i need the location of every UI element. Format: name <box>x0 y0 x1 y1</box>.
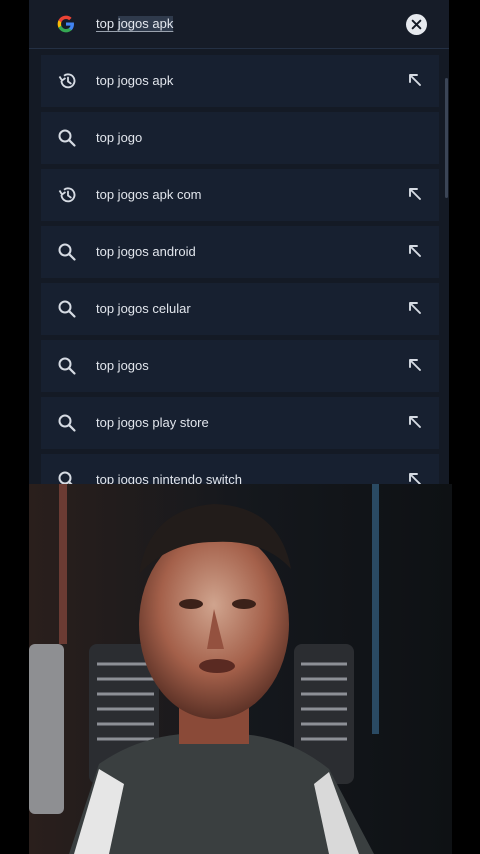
fill-query-arrow-icon[interactable] <box>407 243 423 259</box>
fill-query-arrow-icon[interactable] <box>407 471 423 484</box>
search-icon <box>58 129 76 147</box>
fill-query-arrow-icon[interactable] <box>407 300 423 316</box>
suggestion-label: top jogos play store <box>96 415 209 430</box>
suggestion-row[interactable]: top jogos play store <box>41 397 439 449</box>
fill-query-arrow-icon[interactable] <box>407 414 423 430</box>
search-input[interactable]: top jogos apk <box>96 16 174 31</box>
close-icon <box>411 19 422 30</box>
suggestion-list: top jogos apk top jogo top jogos apk com to… <box>41 55 439 484</box>
search-icon <box>58 471 73 484</box>
fill-query-arrow-icon[interactable] <box>407 357 423 373</box>
suggestion-row[interactable]: top jogos apk com <box>41 169 439 221</box>
suggestion-label: top jogos nintendo switch <box>96 472 242 484</box>
fill-query-arrow-icon[interactable] <box>407 186 423 202</box>
clear-button[interactable] <box>406 14 427 35</box>
history-icon <box>58 73 76 89</box>
query-selected-text: jogos apk <box>117 16 174 31</box>
search-suggestions-panel: top jogos apk top jogos apk top jogo top j… <box>29 0 449 484</box>
video-frame-photo <box>29 484 452 854</box>
suggestion-row[interactable]: top jogo <box>41 112 439 164</box>
search-icon <box>58 300 76 318</box>
history-icon <box>58 187 76 203</box>
query-text: top <box>96 16 118 31</box>
google-logo-icon <box>57 15 74 33</box>
scrollbar[interactable] <box>445 78 448 198</box>
search-icon <box>58 414 76 432</box>
suggestion-row[interactable]: top jogos <box>41 340 439 392</box>
suggestion-label: top jogos android <box>96 244 196 259</box>
suggestion-row[interactable]: top jogos android <box>41 226 439 278</box>
suggestion-row[interactable]: top jogos apk <box>41 55 439 107</box>
suggestion-label: top jogos celular <box>96 301 191 316</box>
suggestion-label: top jogos apk com <box>96 187 202 202</box>
search-icon <box>58 243 76 261</box>
suggestion-label: top jogos <box>96 358 149 373</box>
suggestion-row[interactable]: top jogos nintendo switch <box>41 454 439 484</box>
suggestion-label: top jogo <box>96 130 143 145</box>
fill-query-arrow-icon[interactable] <box>407 72 423 88</box>
suggestion-label: top jogos apk <box>96 73 174 88</box>
search-bar[interactable]: top jogos apk <box>29 0 449 49</box>
suggestion-row[interactable]: top jogos celular <box>41 283 439 335</box>
search-icon <box>58 357 76 375</box>
